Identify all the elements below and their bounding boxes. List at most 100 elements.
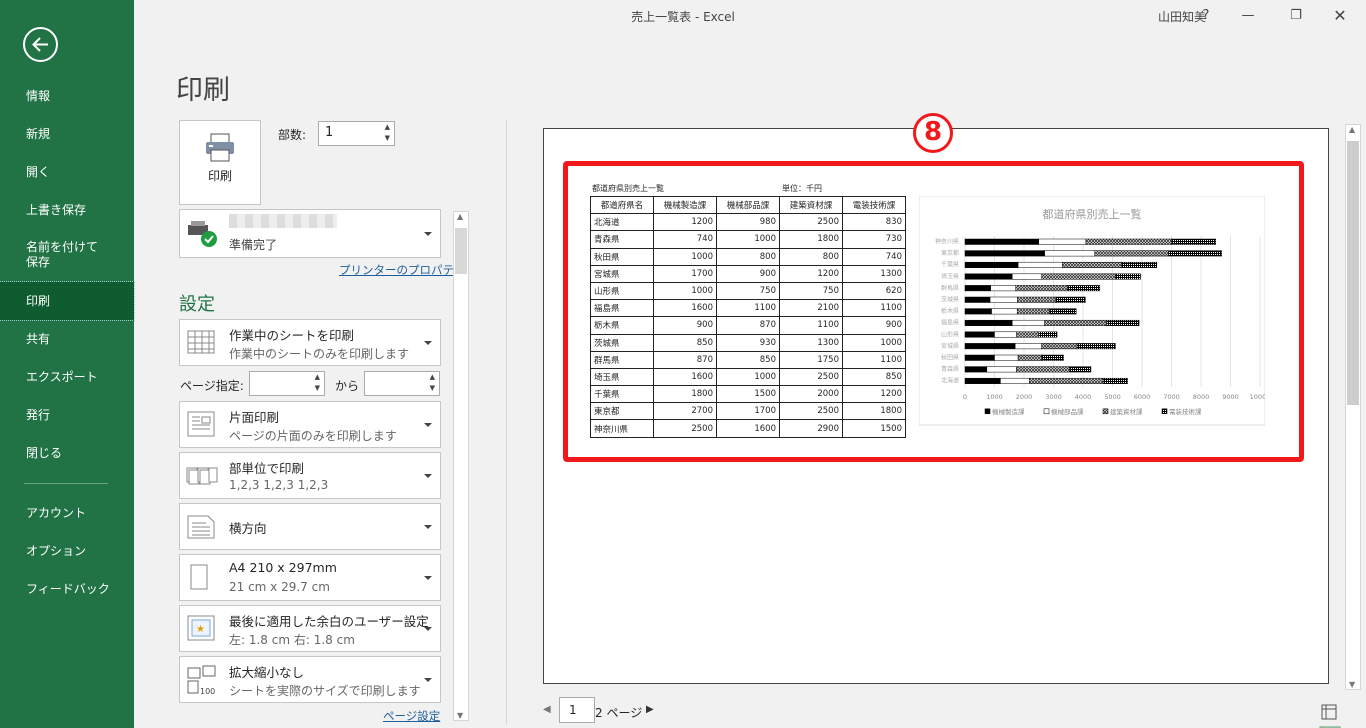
pages-label: ページ指定: — [180, 379, 244, 393]
close-icon[interactable]: ✕ — [1320, 4, 1360, 28]
printer-select[interactable]: 準備完了 — [179, 209, 441, 258]
spin-up-icon[interactable]: ▲ — [385, 123, 390, 131]
settings-heading: 設定 — [179, 294, 215, 315]
scroll-thumb[interactable] — [455, 228, 467, 274]
dropdown-arrow-icon — [424, 575, 432, 580]
dropdown-arrow-icon — [424, 422, 432, 427]
nav-save-as[interactable]: 名前を付けて 保存 — [0, 236, 134, 274]
nav-open[interactable]: 開く — [0, 153, 134, 191]
nav-close[interactable]: 閉じる — [0, 434, 134, 472]
option-title: 部単位で印刷 — [229, 461, 305, 476]
nav-options[interactable]: オプション — [0, 532, 134, 570]
show-margins-icon[interactable] — [1319, 702, 1339, 722]
preview-scrollbar[interactable]: ▲ ▼ — [1345, 124, 1361, 690]
minimize-icon[interactable]: — — [1228, 4, 1268, 28]
page-to-input[interactable]: ▲ ▼ — [364, 371, 440, 396]
option-desc: ページの片面のみを印刷します — [229, 429, 397, 443]
print-button-label: 印刷 — [207, 169, 232, 183]
dropdown-arrow-icon — [424, 340, 432, 345]
option-title: A4 210 x 297mm — [229, 560, 337, 575]
page-title: 印刷 — [176, 75, 230, 106]
paper-icon — [190, 564, 208, 590]
option-title: 作業中のシートを印刷 — [229, 328, 355, 343]
option-desc: 作業中のシートのみを印刷します — [229, 347, 410, 361]
option-desc: シートを実際のサイズで印刷します — [229, 684, 421, 698]
dropdown-arrow-icon — [424, 677, 432, 682]
view-buttons — [1319, 702, 1366, 728]
backstage-sidebar: 情報 新規 開く 上書き保存 名前を付けて 保存 印刷 共有 エクスポート 発行… — [0, 0, 135, 728]
excel-window: 情報 新規 開く 上書き保存 名前を付けて 保存 印刷 共有 エクスポート 発行… — [0, 0, 1366, 728]
settings-scrollbar[interactable]: ▲ ▼ — [453, 211, 469, 721]
scroll-thumb[interactable] — [1347, 141, 1359, 405]
page-from-input[interactable]: ▲ ▼ — [249, 371, 325, 396]
margins-icon: ★ — [187, 615, 215, 641]
option-title: 片面印刷 — [229, 410, 280, 425]
printer-ready-icon — [188, 221, 217, 247]
printer-name-blurred — [229, 214, 337, 228]
one-sided-icon — [187, 411, 215, 437]
nav-export[interactable]: エクスポート — [0, 358, 134, 396]
copies-input[interactable]: 1 ▲ ▼ — [318, 121, 395, 146]
nav-feedback[interactable]: フィードバック — [0, 570, 134, 608]
sheet-icon — [187, 330, 215, 354]
printer-status: 準備完了 — [229, 238, 278, 252]
prev-page-icon[interactable]: ◀ — [543, 704, 551, 715]
copies-label: 部数: — [278, 128, 307, 142]
nav-save[interactable]: 上書き保存 — [0, 191, 134, 229]
dropdown-arrow-icon — [424, 473, 432, 478]
step-badge: 8 — [913, 113, 953, 153]
printer-icon — [206, 133, 234, 162]
scroll-down-icon[interactable]: ▼ — [1349, 680, 1355, 689]
print-button[interactable]: 印刷 — [179, 120, 261, 205]
paper-size-select[interactable]: A4 210 x 297mm 21 cm x 29.7 cm — [179, 554, 441, 601]
option-desc: 21 cm x 29.7 cm — [229, 580, 330, 594]
title-bar: 売上一覧表 - Excel 山田知美 ? — ❐ ✕ — [134, 0, 1366, 32]
next-page-icon[interactable]: ▶ — [646, 704, 654, 715]
no-scaling-icon: 100 — [187, 665, 216, 696]
printer-properties-link[interactable]: プリンターのプロパティ — [339, 262, 465, 278]
nav-divider — [24, 483, 108, 484]
dropdown-arrow-icon — [424, 524, 432, 529]
scroll-down-icon[interactable]: ▼ — [457, 711, 463, 720]
landscape-icon — [187, 515, 215, 539]
pane-divider — [506, 120, 507, 724]
nav-share[interactable]: 共有 — [0, 320, 134, 358]
back-arrow-icon — [32, 37, 48, 52]
svg-text:100: 100 — [200, 687, 215, 696]
back-button[interactable] — [23, 27, 58, 62]
nav-account[interactable]: アカウント — [0, 494, 134, 532]
spin-down-icon[interactable]: ▼ — [385, 134, 390, 142]
scroll-up-icon[interactable]: ▲ — [457, 212, 463, 221]
nav-new[interactable]: 新規 — [0, 115, 134, 153]
sides-select[interactable]: 片面印刷 ページの片面のみを印刷します — [179, 401, 441, 448]
scaling-select[interactable]: 100 拡大縮小なし シートを実際のサイズで印刷します — [179, 656, 441, 703]
option-desc: 左: 1.8 cm 右: 1.8 cm — [229, 633, 355, 647]
nav-info[interactable]: 情報 — [0, 77, 134, 115]
spin-up-icon[interactable]: ▲ — [430, 373, 435, 381]
option-title: 拡大縮小なし — [229, 665, 305, 680]
window-title: 売上一覧表 - Excel — [631, 10, 735, 24]
spin-up-icon[interactable]: ▲ — [315, 373, 320, 381]
margins-select[interactable]: ★ 最後に適用した余白のユーザー設定 左: 1.8 cm 右: 1.8 cm — [179, 605, 441, 652]
option-title: 横方向 — [229, 521, 267, 536]
dropdown-arrow-icon — [424, 231, 432, 236]
collate-select[interactable]: 部単位で印刷 1,2,3 1,2,3 1,2,3 — [179, 452, 441, 499]
page-setup-link[interactable]: ページ設定 — [383, 708, 440, 724]
help-button[interactable]: ? — [1186, 4, 1226, 28]
page-number-input[interactable]: 1 — [559, 697, 595, 723]
option-desc: 1,2,3 1,2,3 1,2,3 — [229, 478, 329, 492]
nav-print[interactable]: 印刷 — [0, 281, 135, 321]
scroll-up-icon[interactable]: ▲ — [1349, 125, 1355, 134]
orientation-select[interactable]: 横方向 — [179, 503, 441, 550]
spin-down-icon[interactable]: ▼ — [430, 384, 435, 392]
dropdown-arrow-icon — [424, 626, 432, 631]
print-what-select[interactable]: 作業中のシートを印刷 作業中のシートのみを印刷します — [179, 319, 441, 366]
svg-text:★: ★ — [196, 624, 205, 635]
spin-down-icon[interactable]: ▼ — [315, 384, 320, 392]
copies-value: 1 — [325, 125, 334, 140]
nav-publish[interactable]: 発行 — [0, 396, 134, 434]
page-count: 2 ページ — [595, 706, 643, 720]
option-title: 最後に適用した余白のユーザー設定 — [229, 614, 429, 629]
restore-icon[interactable]: ❐ — [1276, 4, 1316, 28]
to-label: から — [335, 379, 360, 393]
